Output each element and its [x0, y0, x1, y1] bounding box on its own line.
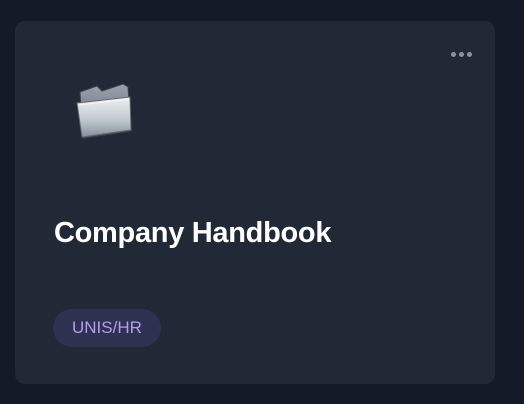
file-card[interactable]: Company Handbook UNIS/HR [15, 21, 495, 384]
tag-badge[interactable]: UNIS/HR [53, 309, 161, 347]
more-options-button[interactable] [447, 47, 475, 61]
more-horizontal-icon [450, 51, 456, 57]
more-horizontal-icon [466, 51, 472, 57]
card-title: Company Handbook [54, 217, 332, 249]
folder-icon [75, 83, 135, 139]
more-horizontal-icon [458, 51, 464, 57]
